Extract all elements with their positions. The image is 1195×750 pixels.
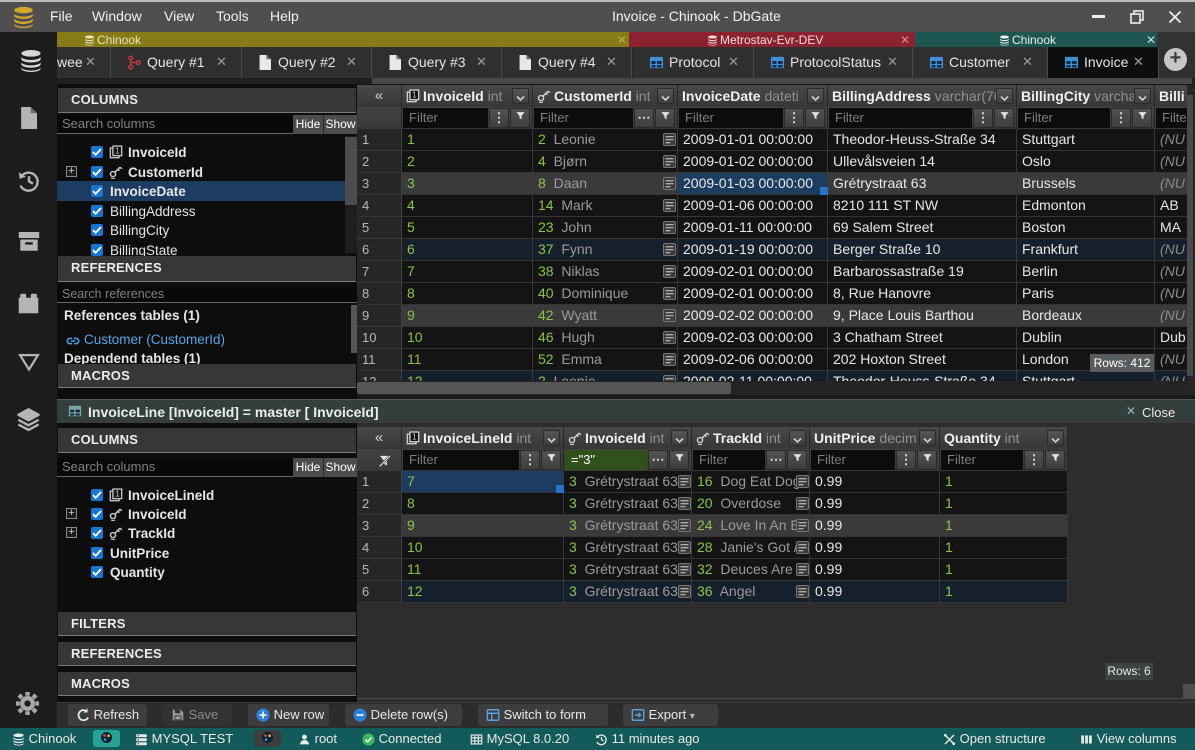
svg-text:1: 1 [115,490,119,499]
svg-text:1: 1 [412,91,416,100]
svg-text:1: 1 [115,147,119,156]
svg-text:1: 1 [412,433,416,442]
